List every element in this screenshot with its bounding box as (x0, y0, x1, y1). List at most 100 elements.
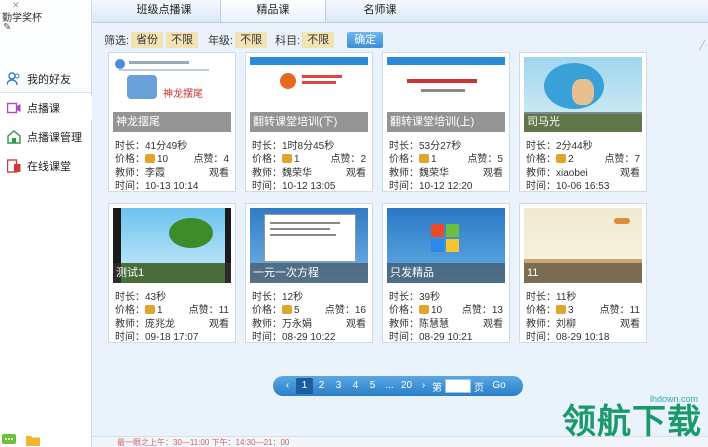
course-title: 测试1 (113, 263, 231, 283)
watch-link[interactable]: 观看 (620, 315, 640, 330)
watch-link[interactable]: 观看 (209, 315, 229, 330)
course-title: 11 (524, 263, 642, 283)
coin-icon (282, 154, 292, 163)
manage-icon (6, 129, 22, 145)
time-row: 时间：09-18 17:07 (115, 328, 198, 343)
subject-any-chip[interactable]: 不限 (302, 32, 335, 48)
course-title: 翻转课堂培训(上) (387, 112, 505, 132)
coin-icon (419, 154, 429, 163)
likes-row: 点赞：7 (604, 150, 640, 165)
price-row: 价格： 10 (115, 150, 168, 165)
coin-icon (556, 305, 566, 314)
likes-row: 点赞：16 (325, 301, 366, 316)
likes-row: 点赞：5 (467, 150, 503, 165)
online-class-icon (6, 158, 22, 174)
price-row: 价格： 2 (526, 150, 574, 165)
course-thumbnail[interactable]: 翻转课堂培训(下) (250, 57, 368, 132)
page-button[interactable]: 2 (313, 378, 330, 394)
video-icon (6, 100, 22, 116)
coin-icon (282, 305, 292, 314)
watch-link[interactable]: 观看 (346, 315, 366, 330)
price-row: 价格： 5 (252, 301, 300, 316)
course-title: 神龙摆尾 (113, 112, 231, 132)
sidebar-item-label: 点播课 (27, 103, 60, 115)
course-card[interactable]: 翻转课堂培训(上) 时长：53分27秒 价格： 1 点赞：5 教师：魏荣华 观看 时间：10-… (382, 52, 510, 192)
course-card[interactable]: 司马光 时长：2分44秒 价格： 2 点赞：7 教师：xiaobei 观看 时间：10-06 … (519, 52, 647, 192)
watch-link[interactable]: 观看 (209, 164, 229, 179)
watch-link[interactable]: 观看 (346, 164, 366, 179)
edit-icon[interactable]: ✎ (3, 22, 11, 33)
course-thumbnail[interactable]: 司马光 (524, 57, 642, 132)
confirm-button[interactable]: 确定 (347, 32, 384, 48)
page-button[interactable]: 3 (330, 378, 347, 394)
tab-premium[interactable]: 精品课 (220, 0, 326, 22)
page-button[interactable]: 4 (347, 378, 364, 394)
sidebar-item-online-class[interactable]: 在线课堂 (0, 154, 92, 178)
course-title: 司马光 (524, 112, 642, 132)
watch-link[interactable]: 观看 (483, 164, 503, 179)
time-value: 08-29 10:22 (282, 332, 336, 343)
sidebar-item-vod-manage[interactable]: 点播课管理 (0, 125, 92, 149)
page-ellipsis: ... (385, 380, 394, 391)
left-sidebar: ✕ 勤学奖杯 ✎ 我的好友 点播课 点播课管理 在线课堂 (0, 0, 92, 447)
goto-suffix: 页 (474, 382, 484, 394)
sidebar-item-vod[interactable]: 点播课 (0, 96, 92, 120)
goto-prefix: 第 (432, 382, 442, 394)
folder-icon[interactable] (26, 434, 40, 446)
watch-link[interactable]: 观看 (620, 164, 640, 179)
go-button[interactable]: Go (488, 378, 510, 394)
time-row: 时间：10-12 13:05 (252, 177, 335, 192)
time-label: 时间： (115, 332, 145, 343)
province-chip[interactable]: 省份 (131, 32, 164, 48)
prev-page-button[interactable]: ‹ (279, 378, 296, 394)
likes-row: 点赞：11 (189, 301, 229, 316)
time-row: 时间：08-29 10:22 (252, 328, 335, 343)
time-row: 时间：08-29 10:21 (389, 328, 472, 343)
watch-link[interactable]: 观看 (483, 315, 503, 330)
likes-row: 点赞：13 (462, 301, 503, 316)
grade-label: 年级: (208, 35, 234, 47)
province-any-chip[interactable]: 不限 (166, 32, 199, 48)
thumb-banner: 神龙摆尾 (163, 89, 203, 100)
price-row: 价格： 3 (526, 301, 574, 316)
sidebar-item-label: 在线课堂 (27, 161, 71, 173)
price-row: 价格： 1 (115, 301, 163, 316)
course-thumbnail[interactable]: 神龙摆尾 神龙摆尾 (113, 57, 231, 132)
coin-icon (145, 305, 155, 314)
course-card[interactable]: 测试1 时长：43秒 价格： 1 点赞：11 教师：庞兆龙 观看 时间：09-18 17:07 (108, 203, 236, 343)
time-label: 时间： (526, 332, 556, 343)
page-button-last[interactable]: 20 (398, 378, 415, 394)
course-thumbnail[interactable]: 翻转课堂培训(上) (387, 57, 505, 132)
course-thumbnail[interactable]: 11 (524, 208, 642, 283)
time-value: 10-12 13:05 (282, 181, 336, 192)
sidebar-item-friends[interactable]: 我的好友 (0, 67, 92, 91)
goto-page-input[interactable] (445, 379, 471, 393)
time-label: 时间： (115, 181, 145, 192)
page-button-current[interactable]: 1 (296, 378, 313, 394)
resize-grip-icon[interactable]: ╱ (700, 40, 705, 51)
time-value: 10-13 10:14 (145, 181, 199, 192)
chat-icon[interactable] (2, 434, 16, 446)
course-thumbnail[interactable]: 一元一次方程 (250, 208, 368, 283)
sidebar-item-label: 我的好友 (27, 74, 71, 86)
time-value: 09-18 17:07 (145, 332, 199, 343)
course-thumbnail[interactable]: 测试1 (113, 208, 231, 283)
coin-icon (556, 154, 566, 163)
subject-label: 科目: (275, 35, 301, 47)
course-card[interactable]: 只发精品 时长：39秒 价格： 10 点赞：13 教师：陈慧慧 观看 时间：08-29 10:… (382, 203, 510, 343)
time-value: 10-06 16:53 (556, 181, 610, 192)
coin-icon (419, 305, 429, 314)
course-card[interactable]: 一元一次方程 时长：12秒 价格： 5 点赞：16 教师：万永娟 观看 时间：08-29 10… (245, 203, 373, 343)
time-row: 时间：08-29 10:18 (526, 328, 609, 343)
tab-class-vod[interactable]: 班级点播课 (132, 0, 196, 22)
tab-famous-teacher[interactable]: 名师课 (348, 0, 412, 22)
course-card[interactable]: 神龙摆尾 神龙摆尾 时长：41分49秒 价格： 10 点赞：4 教师：李霞 观看 时间：10-1… (108, 52, 236, 192)
time-label: 时间： (389, 181, 419, 192)
course-title: 一元一次方程 (250, 263, 368, 283)
grade-any-chip[interactable]: 不限 (235, 32, 268, 48)
course-card[interactable]: 翻转课堂培训(下) 时长：1时8分45秒 价格： 1 点赞：2 教师：魏荣华 观看 时间：10… (245, 52, 373, 192)
course-thumbnail[interactable]: 只发精品 (387, 208, 505, 283)
next-page-button[interactable]: › (415, 378, 432, 394)
course-card[interactable]: 11 时长：11秒 价格： 3 点赞：11 教师：刘柳 观看 时间：08-29 10:18 (519, 203, 647, 343)
page-button[interactable]: 5 (364, 378, 381, 394)
